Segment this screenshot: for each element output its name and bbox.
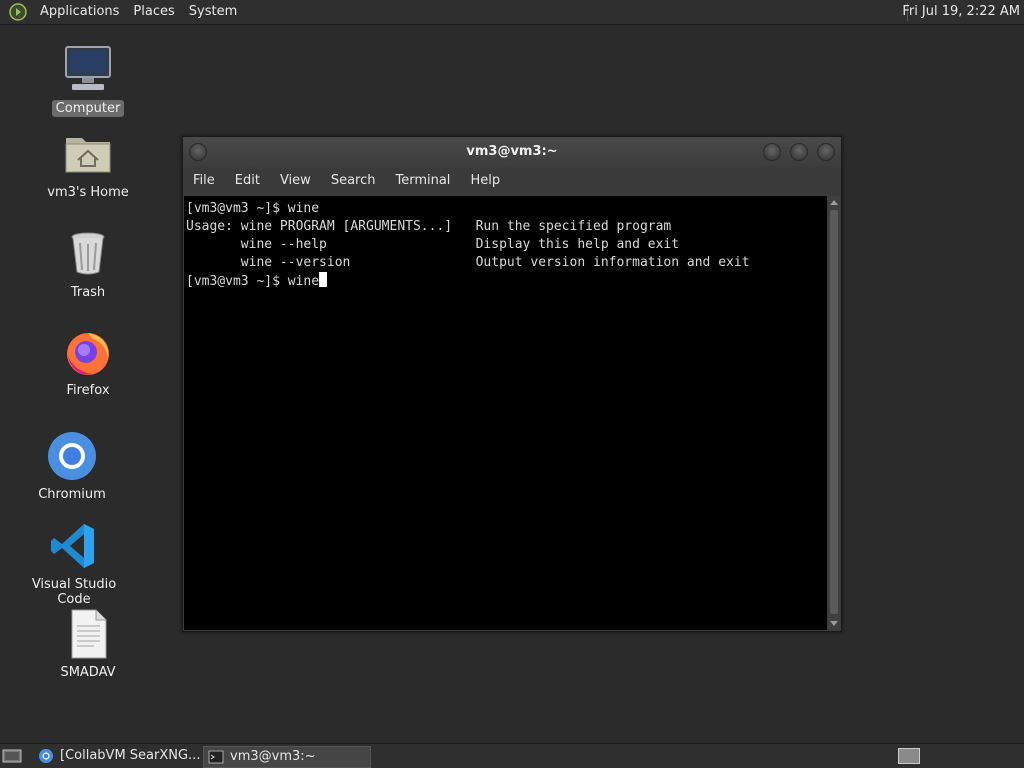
window-title: vm3@vm3:~ xyxy=(466,144,558,159)
menu-terminal[interactable]: Terminal xyxy=(385,167,460,195)
desktop-icon-label: Visual Studio Code xyxy=(31,577,117,607)
minimize-button[interactable] xyxy=(763,143,781,161)
menu-help[interactable]: Help xyxy=(460,167,510,195)
desktop-icon-label: vm3's Home xyxy=(47,185,129,200)
desktop-icon-firefox[interactable]: Firefox xyxy=(28,326,148,399)
vscode-icon xyxy=(51,524,94,568)
terminal-line: Usage: wine PROGRAM [ARGUMENTS...] Run t… xyxy=(186,219,672,234)
chromium-icon xyxy=(48,432,96,480)
menu-view[interactable]: View xyxy=(270,167,321,195)
desktop-icon-computer[interactable]: Computer xyxy=(28,44,148,117)
firefox-icon xyxy=(67,333,109,375)
distro-logo-icon[interactable] xyxy=(9,3,27,21)
taskbar-item-label: [CollabVM SearXNG... xyxy=(60,748,201,763)
window-titlebar[interactable]: vm3@vm3:~ xyxy=(183,137,841,167)
desktop-icon-label: SMADAV xyxy=(60,665,116,680)
terminal-icon xyxy=(208,750,224,764)
terminal-menubar: File Edit View Search Terminal Help xyxy=(183,167,841,195)
scroll-down-icon[interactable] xyxy=(830,621,838,626)
desktop-icon-home[interactable]: vm3's Home xyxy=(28,128,148,201)
system-menu[interactable]: System xyxy=(182,0,244,24)
terminal-prompt: [vm3@vm3 ~]$ xyxy=(186,274,288,289)
window-menu-button[interactable] xyxy=(189,143,207,161)
terminal-scrollbar[interactable] xyxy=(828,196,840,630)
taskbar-item-terminal[interactable]: vm3@vm3:~ xyxy=(203,746,371,768)
places-menu[interactable]: Places xyxy=(126,0,181,24)
document-icon xyxy=(71,609,107,659)
desktop-icon-label: Computer xyxy=(51,100,125,117)
bottom-panel: [CollabVM SearXNG... vm3@vm3:~ xyxy=(0,743,1024,768)
terminal-line: [vm3@vm3 ~]$ wine xyxy=(186,201,320,216)
desktop-icon-label: Firefox xyxy=(66,383,110,398)
chromium-icon xyxy=(39,749,53,763)
scroll-up-icon[interactable] xyxy=(830,200,838,205)
terminal-output[interactable]: [vm3@vm3 ~]$ wine Usage: wine PROGRAM [A… xyxy=(184,196,827,630)
home-folder-icon xyxy=(65,138,111,173)
scroll-thumb[interactable] xyxy=(830,210,838,614)
workspace-switcher[interactable] xyxy=(898,748,920,764)
text-cursor xyxy=(319,272,328,287)
computer-icon xyxy=(65,46,111,90)
applications-menu[interactable]: Applications xyxy=(33,0,126,24)
desktop-icon-label: Chromium xyxy=(38,487,106,502)
trash-icon xyxy=(71,232,105,275)
terminal-line: wine --help Display this help and exit xyxy=(186,237,680,252)
menu-file[interactable]: File xyxy=(183,167,225,195)
clock[interactable]: Fri Jul 19, 2:22 AM xyxy=(902,0,1020,24)
terminal-window[interactable]: vm3@vm3:~ File Edit View Search Terminal… xyxy=(182,136,842,632)
taskbar-item-browser[interactable]: [CollabVM SearXNG... xyxy=(34,746,224,766)
terminal-line: wine --version Output version informatio… xyxy=(186,255,750,270)
menu-search[interactable]: Search xyxy=(321,167,386,195)
terminal-input[interactable]: wine xyxy=(288,274,319,289)
maximize-button[interactable] xyxy=(790,143,808,161)
desktop-icon-vscode[interactable]: Visual Studio Code xyxy=(14,520,134,608)
desktop-icon-chromium[interactable]: Chromium xyxy=(12,430,132,503)
desktop-icon-label: Trash xyxy=(70,285,106,300)
menu-edit[interactable]: Edit xyxy=(225,167,270,195)
desktop-icon-trash[interactable]: Trash xyxy=(28,228,148,301)
desktop-icon-smadav[interactable]: SMADAV xyxy=(28,608,148,681)
taskbar-item-label: vm3@vm3:~ xyxy=(230,749,316,764)
close-button[interactable] xyxy=(817,143,835,161)
top-panel: Applications Places System Fri Jul 19, 2… xyxy=(0,0,1024,25)
show-desktop-icon[interactable] xyxy=(2,748,22,764)
